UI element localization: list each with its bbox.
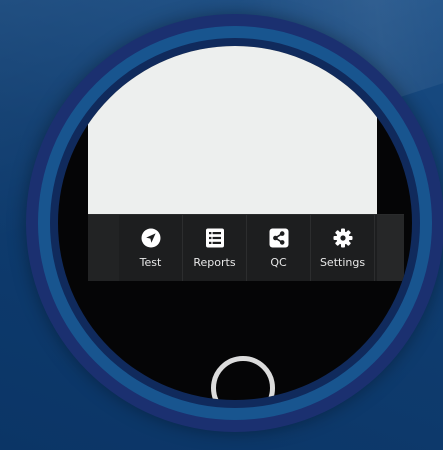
nav-item-qc[interactable]: QC xyxy=(247,215,311,281)
share-icon xyxy=(269,228,288,248)
navigation-arrow-icon xyxy=(141,228,160,248)
round-screen: Test Reports QC Settings xyxy=(58,46,412,400)
nav-item-label: QC xyxy=(270,256,287,269)
gear-icon xyxy=(333,228,352,248)
nav-item-label: Settings xyxy=(319,256,366,269)
bottom-nav-bar: Test Reports QC Settings xyxy=(88,214,404,281)
nav-item-settings[interactable]: Settings xyxy=(311,215,375,281)
home-button[interactable] xyxy=(211,356,275,400)
content-area xyxy=(88,46,377,214)
list-document-icon xyxy=(205,228,224,248)
nav-item-label: Reports xyxy=(193,256,236,269)
nav-bar-left-edge xyxy=(88,215,119,281)
nav-item-test[interactable]: Test xyxy=(119,215,183,281)
nav-item-reports[interactable]: Reports xyxy=(183,215,247,281)
nav-item-label: Test xyxy=(139,256,162,269)
nav-bar-right-edge xyxy=(377,215,404,281)
device-background: Test Reports QC Settings xyxy=(0,0,443,450)
